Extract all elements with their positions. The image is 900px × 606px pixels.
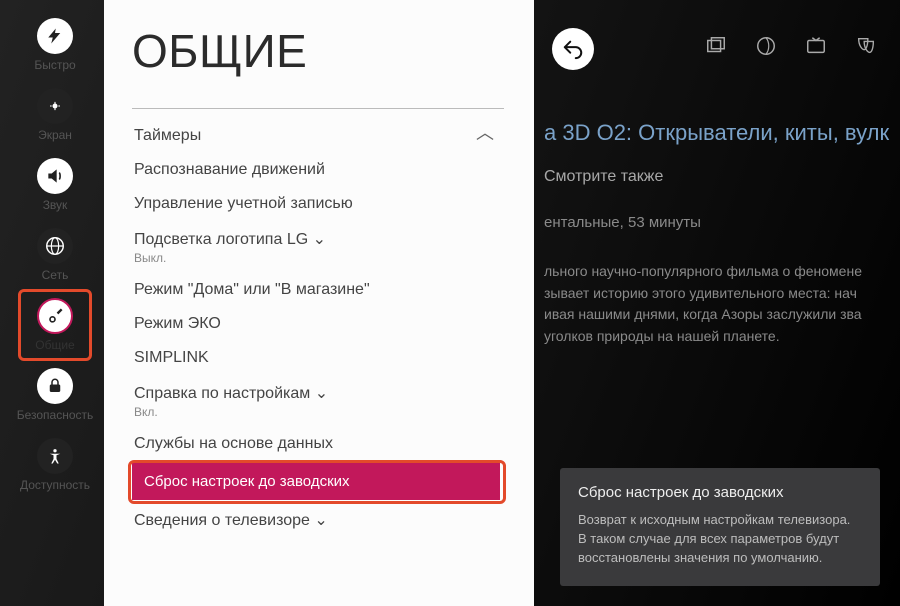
accessibility-icon	[37, 438, 73, 474]
settings-panel: ОБЩИЕ ︿ Таймеры Распознавание движений У…	[104, 0, 534, 606]
rail-item-screen[interactable]: Экран	[15, 78, 95, 148]
row-about-tv[interactable]: Сведения о телевизоре ⌄	[132, 502, 506, 538]
screen-icon	[37, 88, 73, 124]
content-meta: ентальные, 53 минуты	[544, 214, 880, 231]
row-label: SIMPLINK	[134, 349, 209, 366]
rail-label: Экран	[38, 128, 72, 142]
rail-label: Сеть	[42, 268, 69, 282]
rail-label: Звук	[43, 198, 68, 212]
rail-item-accessibility[interactable]: Доступность	[15, 428, 95, 498]
row-sub: Выкл.	[134, 251, 506, 265]
theater-icon[interactable]	[854, 34, 878, 58]
row-label: Таймеры	[134, 127, 201, 144]
sound-icon	[37, 158, 73, 194]
rail-item-sound[interactable]: Звук	[15, 148, 95, 218]
row-motion[interactable]: Распознавание движений	[132, 153, 506, 187]
row-logo-light[interactable]: Подсветка логотипа LG ⌄ Выкл.	[132, 221, 506, 273]
content-description: льного научно-популярного фильма о феном…	[544, 261, 880, 348]
row-label: Справка по настройкам ⌄	[134, 385, 328, 402]
rail-item-quick[interactable]: Быстро	[15, 8, 95, 78]
row-label: Управление учетной записью	[134, 195, 353, 212]
tv-icon[interactable]	[804, 34, 828, 58]
divider	[132, 108, 504, 109]
help-tooltip: Сброс настроек до заводских Возврат к ис…	[560, 468, 880, 586]
rail-label: Безопасность	[17, 408, 94, 422]
rail-label: Быстро	[34, 58, 75, 72]
row-label: Режим "Дома" или "В магазине"	[134, 281, 370, 298]
row-label: Распознавание движений	[134, 161, 325, 178]
row-simplink[interactable]: SIMPLINK	[132, 341, 506, 375]
row-factory-reset[interactable]: Сброс настроек до заводских	[132, 463, 500, 500]
panel-title: ОБЩИЕ	[132, 24, 534, 78]
row-home-store[interactable]: Режим "Дома" или "В магазине"	[132, 273, 506, 307]
rail-label: Общие	[35, 338, 74, 352]
settings-list: ︿ Таймеры Распознавание движений Управле…	[132, 119, 534, 538]
rail-item-network[interactable]: Сеть	[15, 218, 95, 288]
content-title: а 3D О2: Открыватели, киты, вулк	[544, 120, 880, 146]
tooltip-title: Сброс настроек до заводских	[578, 484, 862, 501]
row-account[interactable]: Управление учетной записью	[132, 187, 506, 221]
lock-icon	[37, 368, 73, 404]
rail-item-general[interactable]: Общие	[15, 288, 95, 358]
row-label: Подсветка логотипа LG ⌄	[134, 231, 326, 248]
settings-category-rail: Быстро Экран Звук Сеть Общие Безопасност…	[10, 8, 100, 598]
row-timers[interactable]: Таймеры	[132, 119, 506, 153]
row-sub: Вкл.	[134, 405, 506, 419]
back-icon	[562, 38, 584, 60]
top-icon-bar	[704, 34, 878, 58]
photos-icon[interactable]	[704, 34, 728, 58]
back-button[interactable]	[552, 28, 594, 70]
globe-icon	[37, 228, 73, 264]
row-label: Режим ЭКО	[134, 315, 221, 332]
browser-icon[interactable]	[754, 34, 778, 58]
row-settings-help[interactable]: Справка по настройкам ⌄ Вкл.	[132, 375, 506, 427]
row-label: Сведения о телевизоре ⌄	[134, 512, 328, 529]
bolt-icon	[37, 18, 73, 54]
row-label: Службы на основе данных	[134, 435, 333, 452]
row-label: Сброс настроек до заводских	[144, 473, 350, 490]
row-data-services[interactable]: Службы на основе данных	[132, 427, 506, 461]
see-also-label: Смотрите также	[544, 168, 880, 186]
rail-item-safety[interactable]: Безопасность	[15, 358, 95, 428]
row-eco[interactable]: Режим ЭКО	[132, 307, 506, 341]
rail-label: Доступность	[20, 478, 90, 492]
tooltip-body: Возврат к исходным настройкам телевизора…	[578, 511, 862, 568]
gear-wrench-icon	[37, 298, 73, 334]
